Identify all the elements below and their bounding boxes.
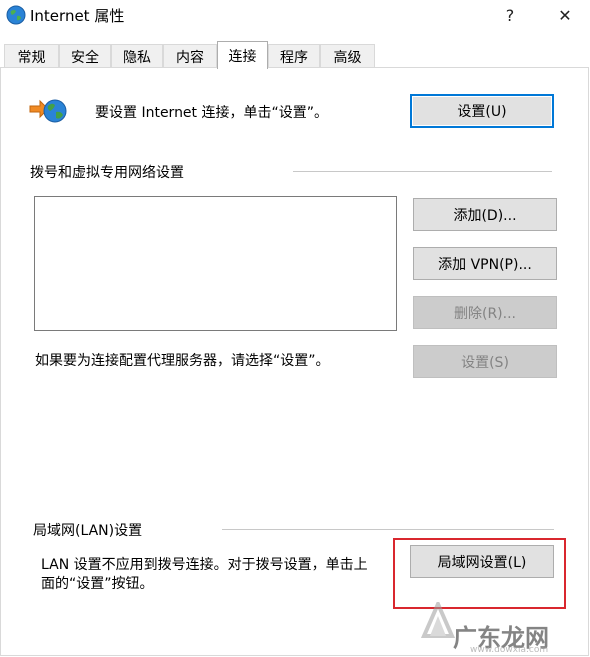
setup-instruction: 要设置 Internet 连接，单击“设置”。	[95, 105, 328, 121]
tab-content[interactable]: 内容	[163, 44, 217, 68]
watermark-logo	[420, 602, 456, 638]
dialup-divider	[293, 171, 552, 172]
setup-button[interactable]: 设置(U)	[410, 94, 554, 128]
remove-button[interactable]: 删除(R)...	[413, 296, 557, 329]
tab-connections[interactable]: 连接	[217, 41, 268, 69]
tab-programs[interactable]: 程序	[268, 44, 320, 68]
title-bar: Internet 属性 ? ✕	[0, 0, 590, 30]
proxy-instruction: 如果要为连接配置代理服务器，请选择“设置”。	[35, 353, 330, 369]
connections-list[interactable]	[34, 196, 397, 331]
help-button[interactable]: ?	[490, 2, 530, 28]
tab-security[interactable]: 安全	[59, 44, 111, 68]
highlight-box	[393, 538, 566, 609]
add-button[interactable]: 添加(D)...	[413, 198, 557, 231]
watermark-url: www.dowxia.com	[470, 645, 549, 655]
window-title: Internet 属性	[30, 7, 125, 25]
lan-instruction-line2: 面的“设置”按钮。	[41, 576, 154, 592]
close-button[interactable]: ✕	[545, 2, 585, 28]
globe-icon	[6, 5, 26, 25]
connection-globe-icon	[29, 99, 67, 123]
lan-divider	[222, 529, 554, 530]
tab-strip: 常规 安全 隐私 内容 连接 程序 高级	[0, 41, 590, 69]
dialup-section-heading: 拨号和虚拟专用网络设置	[30, 165, 184, 181]
lan-section-heading: 局域网(LAN)设置	[33, 523, 143, 539]
tab-privacy[interactable]: 隐私	[111, 44, 163, 68]
tab-advanced[interactable]: 高级	[320, 44, 375, 68]
add-vpn-button[interactable]: 添加 VPN(P)...	[413, 247, 557, 280]
dialup-settings-button[interactable]: 设置(S)	[413, 345, 557, 378]
tab-general[interactable]: 常规	[4, 44, 59, 68]
lan-instruction-line1: LAN 设置不应用到拨号连接。对于拨号设置，单击上	[41, 557, 368, 573]
